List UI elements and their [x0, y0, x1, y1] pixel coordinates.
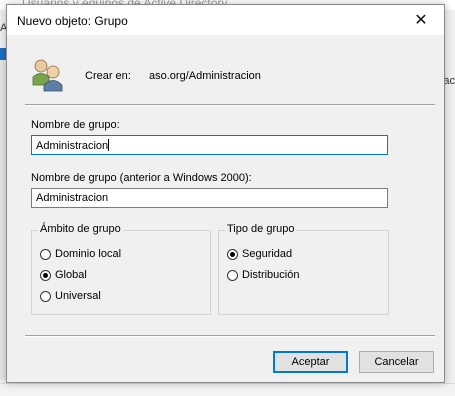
new-group-dialog: Nuevo objeto: Grupo ✕ Crear en: aso.org/… — [6, 4, 445, 383]
scope-domain-local-label: Dominio local — [55, 248, 122, 260]
group-name-input[interactable]: Administracion — [31, 135, 388, 155]
create-in-path: aso.org/Administracion — [149, 70, 261, 82]
group-type-title: Tipo de grupo — [225, 223, 297, 235]
ok-button[interactable]: Aceptar — [273, 351, 348, 373]
close-icon: ✕ — [414, 12, 428, 29]
scope-global-radio[interactable]: Global — [40, 269, 87, 281]
cancel-button[interactable]: Cancelar — [359, 351, 434, 373]
group-scope-title: Ámbito de grupo — [38, 223, 123, 235]
scope-universal-label: Universal — [55, 290, 101, 302]
radio-circle — [40, 248, 51, 260]
scope-universal-radio[interactable]: Universal — [40, 290, 101, 302]
dialog-titlebar: Nuevo objeto: Grupo ✕ — [7, 5, 444, 35]
close-button[interactable]: ✕ — [398, 5, 444, 35]
scope-domain-local-radio[interactable]: Dominio local — [40, 248, 121, 260]
radio-circle — [40, 290, 51, 302]
dialog-title: Nuevo objeto: Grupo — [17, 14, 128, 28]
type-security-radio[interactable]: Seguridad — [227, 248, 292, 260]
radio-circle-checked — [40, 269, 51, 281]
separator-bottom — [25, 335, 435, 337]
separator-top — [25, 104, 435, 106]
type-security-label: Seguridad — [242, 248, 293, 260]
pre2000-name-value: Administracion — [36, 192, 109, 204]
group-scope-box: Ámbito de grupo Dominio local Global Uni… — [31, 223, 211, 315]
group-name-label: Nombre de grupo: — [31, 119, 120, 131]
background-statusbar — [0, 383, 455, 396]
radio-circle — [227, 269, 238, 281]
radio-circle-checked — [227, 248, 238, 260]
group-name-value: Administracion — [36, 140, 109, 152]
pre2000-name-input[interactable]: Administracion — [31, 188, 388, 208]
create-in-label: Crear en: — [85, 70, 131, 82]
pre2000-name-label: Nombre de grupo (anterior a Windows 2000… — [31, 172, 252, 184]
group-users-icon — [32, 59, 63, 92]
group-type-box: Tipo de grupo Seguridad Distribución — [218, 223, 389, 315]
type-distribution-radio[interactable]: Distribución — [227, 269, 299, 281]
type-distribution-label: Distribución — [242, 269, 300, 281]
scope-global-label: Global — [55, 269, 87, 281]
background-right-text: ac — [443, 75, 455, 87]
text-caret — [108, 139, 110, 151]
